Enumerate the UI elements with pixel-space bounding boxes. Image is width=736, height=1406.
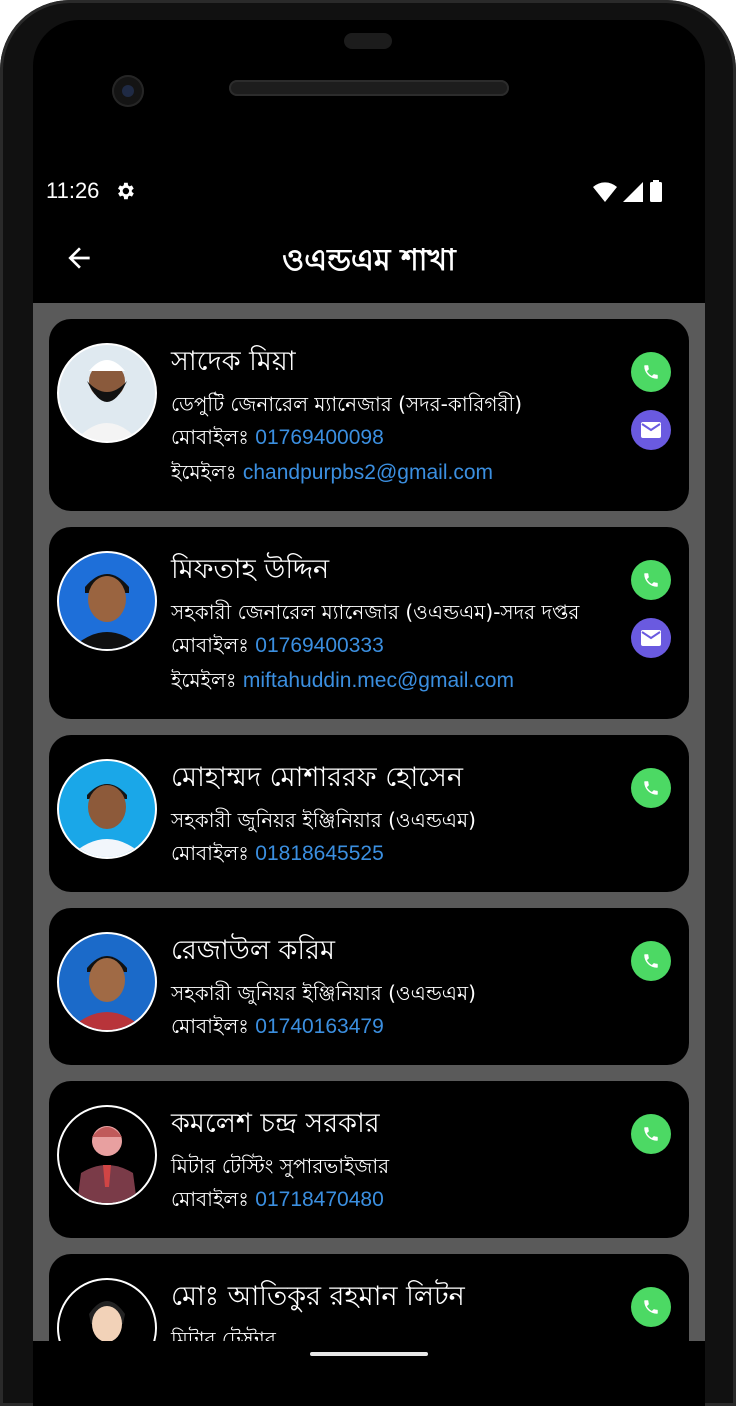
mobile-label: মোবাইলঃ (171, 1014, 256, 1038)
avatar (57, 932, 157, 1032)
avatar (57, 551, 157, 651)
settings-gear-icon (118, 182, 134, 200)
contact-designation: সহকারী জুনিয়র ইঞ্জিনিয়ার (ওএন্ডএম) (171, 981, 476, 1005)
contact-name: মোহাম্মদ মোশাররফ হোসেন (171, 762, 463, 793)
contact-name: সাদেক মিয়া (171, 346, 296, 377)
phone-icon (644, 954, 658, 968)
mobile-label: মোবাইলঃ (171, 1187, 256, 1211)
email-button[interactable] (631, 410, 671, 450)
call-button[interactable] (631, 1287, 671, 1327)
mobile-link[interactable]: 01769400098 (255, 426, 383, 449)
contact-email-row: ইমেইলঃ chandpurpbs2@gmail.com (171, 458, 493, 491)
contact-mobile-row: মোবাইলঃ 01718470480 (171, 1185, 384, 1218)
contact-designation: সহকারী জেনারেল ম্যানেজার (ওএন্ডএম)-সদর দ… (171, 600, 580, 624)
contact-card: কমলেশ চন্দ্র সরকার মিটার টেস্টিং সুপারভা… (49, 1081, 689, 1238)
front-camera (112, 75, 144, 107)
mail-icon (641, 630, 661, 646)
contact-email-row: ইমেইলঃ miftahuddin.mec@gmail.com (171, 666, 514, 699)
call-button[interactable] (631, 560, 671, 600)
contact-mobile-row: মোবাইলঃ 01769400098 (171, 423, 384, 456)
contact-card: মিফতাহ উদ্দিন সহকারী জেনারেল ম্যানেজার (… (49, 527, 689, 719)
phone-icon (644, 1300, 658, 1314)
call-button[interactable] (631, 768, 671, 808)
call-button[interactable] (631, 352, 671, 392)
call-button[interactable] (631, 1114, 671, 1154)
mobile-link[interactable]: 01818645525 (255, 842, 383, 865)
call-button[interactable] (631, 941, 671, 981)
contact-designation: মিটার টেস্টার (171, 1327, 276, 1341)
contact-list[interactable]: সাদেক মিয়া ডেপুটি জেনারেল ম্যানেজার (সদ… (33, 303, 705, 1341)
contact-designation: মিটার টেস্টিং সুপারভাইজার (171, 1154, 390, 1178)
email-label: ইমেইলঃ (171, 460, 243, 484)
email-label: ইমেইলঃ (171, 668, 243, 692)
phone-icon (644, 1127, 658, 1141)
phone-icon (644, 365, 658, 379)
status-bar: 11:26 (33, 172, 705, 212)
mail-icon (641, 422, 661, 438)
page-title: ওএন্ডএম শাখা (282, 243, 456, 278)
avatar (57, 759, 157, 859)
contact-name: রেজাউল করিম (171, 935, 335, 966)
contact-designation: সহকারী জুনিয়র ইঞ্জিনিয়ার (ওএন্ডএম) (171, 808, 476, 832)
mobile-label: মোবাইলঃ (171, 425, 256, 449)
mobile-label: মোবাইলঃ (171, 841, 256, 865)
contact-mobile-row: মোবাইলঃ 01740163479 (171, 1012, 384, 1045)
avatar (57, 1278, 157, 1341)
home-indicator[interactable] (310, 1352, 428, 1356)
contact-card: রেজাউল করিম সহকারী জুনিয়র ইঞ্জিনিয়ার (… (49, 908, 689, 1065)
status-time: 11:26 (46, 178, 100, 203)
email-link[interactable]: miftahuddin.mec@gmail.com (243, 669, 514, 692)
contact-designation: ডেপুটি জেনারেল ম্যানেজার (সদর-কারিগরী) (171, 392, 523, 416)
email-button[interactable] (631, 618, 671, 658)
contact-card: সাদেক মিয়া ডেপুটি জেনারেল ম্যানেজার (সদ… (49, 319, 689, 511)
mobile-link[interactable]: 01769400333 (255, 634, 383, 657)
contact-name: মিফতাহ উদ্দিন (171, 554, 330, 585)
cell-signal-icon (623, 182, 643, 202)
earpiece-speaker (229, 80, 509, 96)
avatar (57, 343, 157, 443)
contact-name: কমলেশ চন্দ্র সরকার (171, 1108, 380, 1139)
mobile-link[interactable]: 01740163479 (255, 1015, 383, 1038)
contact-card: মোঃ আতিকুর রহমান লিটন মিটার টেস্টার (49, 1254, 689, 1341)
mobile-link[interactable]: 01718470480 (255, 1188, 383, 1211)
contact-mobile-row: মোবাইলঃ 01769400333 (171, 631, 384, 664)
phone-icon (644, 781, 658, 795)
avatar (57, 1105, 157, 1205)
phone-icon (644, 573, 658, 587)
email-link[interactable]: chandpurpbs2@gmail.com (243, 461, 493, 484)
contact-mobile-row: মোবাইলঃ 01818645525 (171, 839, 384, 872)
mobile-label: মোবাইলঃ (171, 633, 256, 657)
front-sensor (344, 33, 392, 49)
app-bar: ওএন্ডএম শাখা (33, 228, 705, 290)
wifi-icon (593, 182, 617, 202)
contact-name: মোঃ আতিকুর রহমান লিটন (171, 1281, 465, 1312)
battery-icon (650, 180, 662, 202)
contact-card: মোহাম্মদ মোশাররফ হোসেন সহকারী জুনিয়র ইঞ… (49, 735, 689, 892)
